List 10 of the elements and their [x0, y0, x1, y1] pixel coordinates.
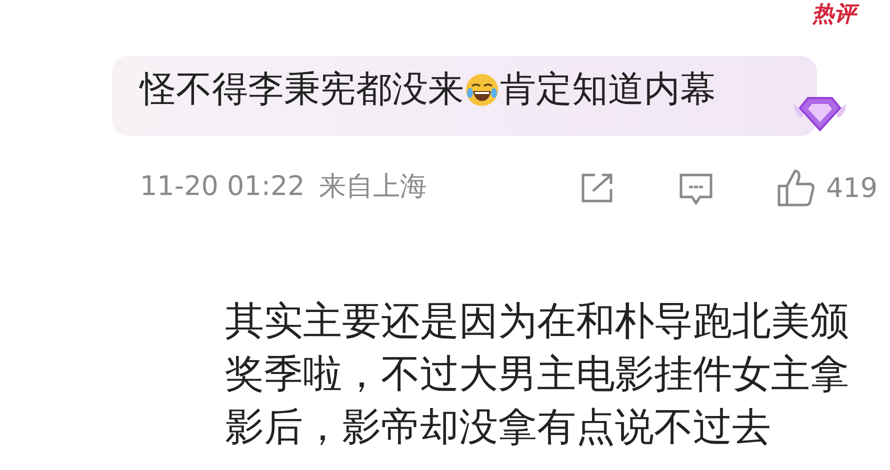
thumbs-up-icon[interactable] [776, 168, 816, 208]
like-count: 419 [826, 174, 878, 202]
laughing-tears-emoji-icon [465, 73, 499, 107]
comment-location: 来自上海 [318, 173, 427, 200]
share-icon[interactable] [580, 172, 614, 204]
comment-text: 怪不得李秉宪都没来 [140, 72, 464, 108]
comment-text: 肯定知道内幕 [500, 72, 716, 108]
comment-icon[interactable] [678, 172, 714, 206]
comment-time: 11-20 01:22 [140, 173, 305, 200]
reply-text: 其实主要还是因为在和朴导跑北美颁奖季啦，不过大男主电影挂件女主拿影后，影帝却没拿有点说不过去 [225, 298, 849, 452]
